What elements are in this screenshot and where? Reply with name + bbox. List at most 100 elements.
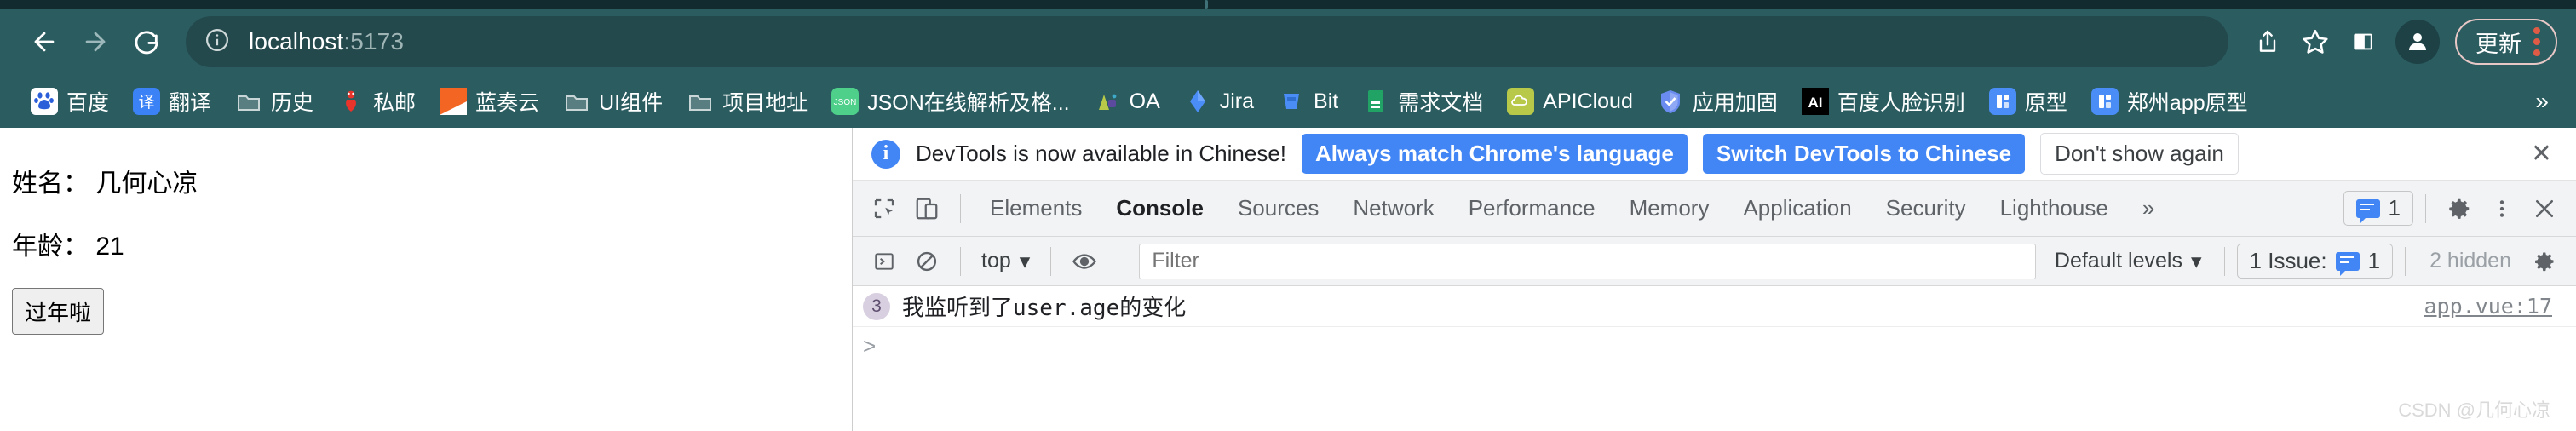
info-icon: i [871,139,900,169]
tab-label: Memory [1629,195,1710,221]
levels-label: Default levels [2054,249,2182,273]
bookmark-json-parser[interactable]: JSON JSON在线解析及格... [819,81,1082,122]
folder-icon [563,88,590,115]
log-levels-selector[interactable]: Default levels ▾ [2044,249,2212,274]
reload-button[interactable] [121,16,172,67]
svg-text:JSON: JSON [834,98,857,107]
console-output[interactable]: 3 我监听到了user.age的变化 app.vue:17 > CSDN @几何… [853,286,2576,431]
tab-performance[interactable]: Performance [1452,181,1613,237]
bookmark-zhengzhou-app-prototype[interactable]: 郑州app原型 [2079,81,2260,122]
bookmarks-overflow-icon[interactable]: » [2535,88,2557,115]
chevron-down-icon: ▾ [2190,249,2202,273]
tab-sources[interactable]: Sources [1221,181,1336,237]
bookmark-prototype[interactable]: 原型 [1977,81,2079,122]
issues-count: 1 [2388,195,2401,221]
tab-label: Application [1743,195,1852,221]
more-tabs-icon[interactable]: » [2125,181,2171,237]
issue-icon [2335,251,2360,276]
always-match-language-button[interactable]: Always match Chrome's language [1302,134,1688,174]
viewport: 姓名： 几何心凉 年龄： 21 过年啦 i DevTools is now av… [0,128,2576,431]
profile-avatar[interactable] [2395,20,2440,64]
divider [2405,246,2406,276]
bookmark-baidu[interactable]: 百度 [19,81,121,122]
banner-message: DevTools is now available in Chinese! [916,141,1287,166]
inspect-element-icon[interactable] [863,187,906,230]
issues-button[interactable]: 1 Issue: 1 [2236,244,2394,279]
bookmark-project-url[interactable]: 项目地址 [675,81,819,122]
tab-network[interactable]: Network [1336,181,1451,237]
watermark: CSDN @几何心凉 [2398,399,2550,421]
bookmark-bit[interactable]: Bit [1266,83,1350,120]
browser-window: localhost:5173 更新 百度 译 翻译 历史 私邮 蓝奏云 UI组件… [0,0,2576,431]
tab-label: Sources [1237,195,1320,221]
dont-show-again-button[interactable]: Don't show again [2040,133,2239,175]
gear-icon[interactable] [2438,187,2481,230]
ai-icon: AI [1801,88,1829,115]
execution-context-selector[interactable]: top ▾ [973,249,1038,274]
bookmark-fanyi[interactable]: 译 翻译 [121,81,223,122]
tab-lighthouse[interactable]: Lighthouse [1983,181,2125,237]
divider [960,246,961,276]
console-settings-gear-icon[interactable] [2523,240,2566,283]
tab-strip [0,0,2576,9]
update-button[interactable]: 更新 [2455,19,2557,65]
divider [2223,246,2225,276]
bookmark-ui-components[interactable]: UI组件 [551,81,675,122]
issue-icon [2355,198,2380,223]
bookmark-apicloud[interactable]: APICloud [1495,83,1645,120]
devtools-panel: i DevTools is now available in Chinese! … [852,128,2576,431]
console-filter-input[interactable] [1139,243,2036,279]
bookmark-label: 历史 [271,91,314,115]
new-year-button[interactable]: 过年啦 [12,288,105,335]
bookmark-label: JSON在线解析及格... [867,91,1070,115]
bookmark-app-hardening[interactable]: 应用加固 [1645,81,1790,122]
address-bar[interactable]: localhost:5173 [186,16,2228,67]
toggle-device-toolbar-icon[interactable] [906,187,948,230]
bookmark-oa[interactable]: OA [1082,83,1172,120]
active-tab-indicator[interactable] [1205,0,1208,9]
age-line: 年龄： 21 [12,233,124,261]
forward-button[interactable] [70,16,121,67]
bookmark-label: 翻译 [169,91,212,115]
bookmark-history-folder[interactable]: 历史 [223,81,325,122]
info-circle-icon[interactable] [204,27,230,57]
chrome-menu-icon[interactable] [2533,27,2540,56]
bookmark-label: 需求文档 [1398,91,1484,115]
chevron-down-icon: ▾ [1019,249,1031,273]
bookmark-label: Bit [1314,89,1339,113]
tab-elements[interactable]: Elements [973,181,1099,237]
jira-icon [1184,88,1211,115]
update-button-label: 更新 [2475,31,2521,57]
bookmark-mail[interactable]: 私邮 [325,81,428,122]
bookmark-lanzou[interactable]: 蓝奏云 [428,81,551,122]
console-message-row[interactable]: 3 我监听到了user.age的变化 app.vue:17 [853,286,2576,327]
share-button[interactable] [2244,18,2291,66]
bookmark-baidu-face[interactable]: AI 百度人脸识别 [1790,81,1977,122]
console-prompt[interactable]: > [853,327,2576,365]
tab-security[interactable]: Security [1869,181,1983,237]
more-options-icon[interactable] [2481,187,2523,230]
issues-counter[interactable]: 1 [2343,191,2413,226]
live-expression-eye-icon[interactable] [1063,240,1106,283]
close-banner-icon[interactable]: ✕ [2531,139,2557,169]
clear-console-icon[interactable] [906,240,948,283]
tab-label: Network [1353,195,1435,221]
bookmark-requirements-doc[interactable]: 需求文档 [1350,81,1495,122]
close-devtools-icon[interactable] [2523,187,2566,230]
bookmark-label: 百度人脸识别 [1837,91,1965,115]
console-sidebar-icon[interactable] [863,240,906,283]
tab-memory[interactable]: Memory [1613,181,1727,237]
tab-application[interactable]: Application [1726,181,1868,237]
tab-console[interactable]: Console [1099,181,1221,237]
folder-icon [235,88,262,115]
back-button[interactable] [19,16,70,67]
bookmark-star-icon[interactable] [2291,18,2339,66]
bookmark-jira[interactable]: Jira [1172,83,1266,120]
devtools-tab-bar: Elements Console Sources Network Perform… [853,181,2576,237]
console-source-link[interactable]: app.vue:17 [2424,294,2566,319]
switch-devtools-to-chinese-button[interactable]: Switch DevTools to Chinese [1702,134,2026,174]
devtools-language-banner: i DevTools is now available in Chinese! … [853,128,2576,181]
side-panel-icon[interactable] [2339,18,2387,66]
sheets-icon [1362,88,1389,115]
issues-label: 1 Issue: [2249,248,2327,273]
